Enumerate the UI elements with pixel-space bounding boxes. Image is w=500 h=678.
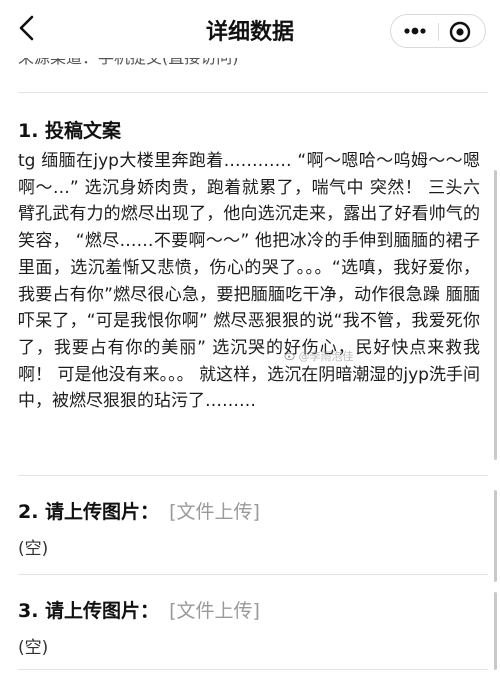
- question-2-empty-value: (空): [18, 539, 49, 559]
- divider: [18, 475, 488, 476]
- question-3-row: 3. 请上传图片： [文件上传]: [18, 596, 260, 623]
- question-2-row: 2. 请上传图片： [文件上传]: [18, 497, 260, 524]
- question-3-label: 3. 请上传图片：: [18, 600, 160, 622]
- question-2-upload-link[interactable]: [文件上传]: [169, 501, 260, 523]
- divider: [18, 92, 488, 93]
- scrollbar[interactable]: [494, 490, 497, 582]
- question-3-empty-value: (空): [18, 638, 49, 658]
- watermark: @李雨泡佳: [284, 348, 354, 364]
- divider: [18, 669, 488, 670]
- scrollbar[interactable]: [494, 170, 497, 460]
- watermark-text: @李雨泡佳: [298, 350, 354, 363]
- question-2-label: 2. 请上传图片：: [18, 501, 160, 523]
- question-1-title: 1. 投稿文案: [18, 120, 122, 142]
- mini-program-capsule: [390, 14, 486, 48]
- close-target-icon[interactable]: [449, 21, 471, 43]
- divider: [18, 574, 488, 575]
- question-3-upload-link[interactable]: [文件上传]: [169, 600, 260, 622]
- question-1-answer: tg 缅腼在jyp大楼里奔跑着………… “啊～嗯哈～呜姆～～嗯啊～…” 选沉身娇…: [18, 151, 480, 412]
- scrollbar[interactable]: [494, 592, 497, 670]
- more-dots-icon[interactable]: [403, 25, 427, 37]
- navigation-bar: 详细数据: [0, 0, 500, 58]
- capsule-divider: [438, 23, 439, 41]
- weibo-icon: [284, 352, 295, 361]
